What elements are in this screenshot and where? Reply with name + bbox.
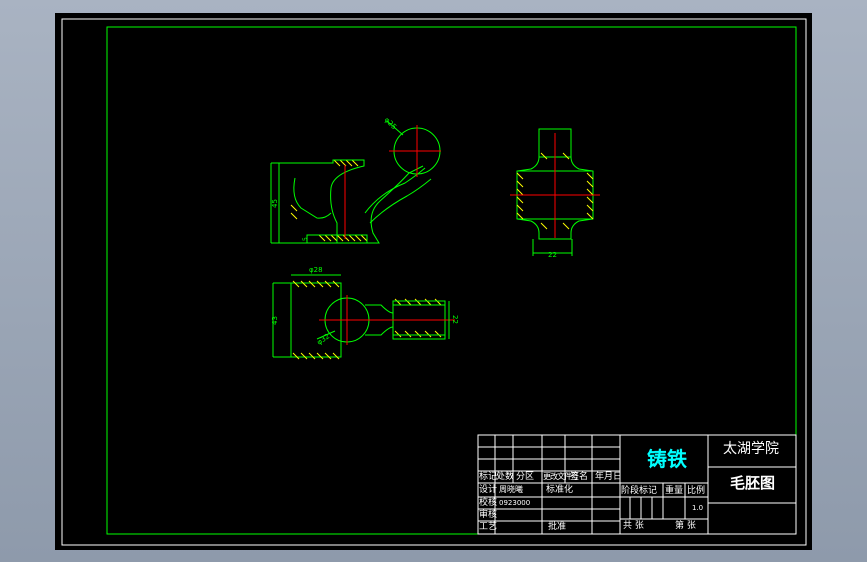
cad-drawing-canvas[interactable]: φ25 45 5 22 φ28 43 φ32 22 [55, 13, 812, 550]
label-sheet-number: 第 张 [675, 521, 696, 531]
label-mark: 标记 [479, 472, 498, 482]
title-part-name: 铸铁 [647, 447, 687, 471]
side-view [510, 128, 600, 256]
title-drawing-name: 毛胚图 [730, 474, 776, 492]
front-body-outline [279, 159, 424, 244]
label-approve: 批准 [548, 522, 567, 532]
front-view-hatch [290, 159, 368, 242]
dim-top-ball-dia: φ32 [316, 332, 332, 346]
label-scale: 比例 [687, 486, 706, 496]
label-total-sheets: 共 张 [623, 521, 644, 531]
label-weight: 重量 [665, 486, 684, 496]
sheet-outer-border [61, 18, 807, 546]
dim-top-right-height: 22 [451, 315, 459, 324]
dim-front-small: 5 [302, 237, 309, 241]
label-date: 年月日 [595, 472, 623, 482]
dim-side-width: 22 [548, 251, 557, 259]
dim-front-height: 45 [271, 199, 279, 208]
label-design: 设计 [479, 485, 498, 495]
label-checker: 0923000 [499, 499, 531, 507]
label-count: 处数 [496, 472, 515, 482]
label-review: 审核 [479, 510, 498, 520]
drawing-frame [106, 26, 797, 535]
cad-viewport[interactable]: φ25 45 5 22 φ28 43 φ32 22 铸铁 太湖学院 毛胚图 标记… [55, 13, 812, 550]
label-stage: 阶段标记 [621, 486, 658, 496]
top-view [272, 274, 455, 360]
label-designer: 周晓曦 [499, 485, 523, 494]
front-arm-curve-2 [369, 178, 432, 224]
label-scale-value: 1.0 [692, 504, 704, 512]
label-zone: 分区 [516, 472, 535, 482]
label-sign: 签名 [570, 472, 589, 482]
label-process: 工艺 [479, 522, 498, 532]
dim-top-width: φ28 [309, 266, 323, 274]
dim-top-height: 43 [271, 316, 279, 325]
label-proofread: 校核 [479, 498, 498, 508]
label-standardize: 标准化 [546, 485, 574, 495]
front-inner-curve [293, 177, 332, 219]
title-school: 太湖学院 [723, 441, 779, 457]
front-view [270, 120, 441, 244]
